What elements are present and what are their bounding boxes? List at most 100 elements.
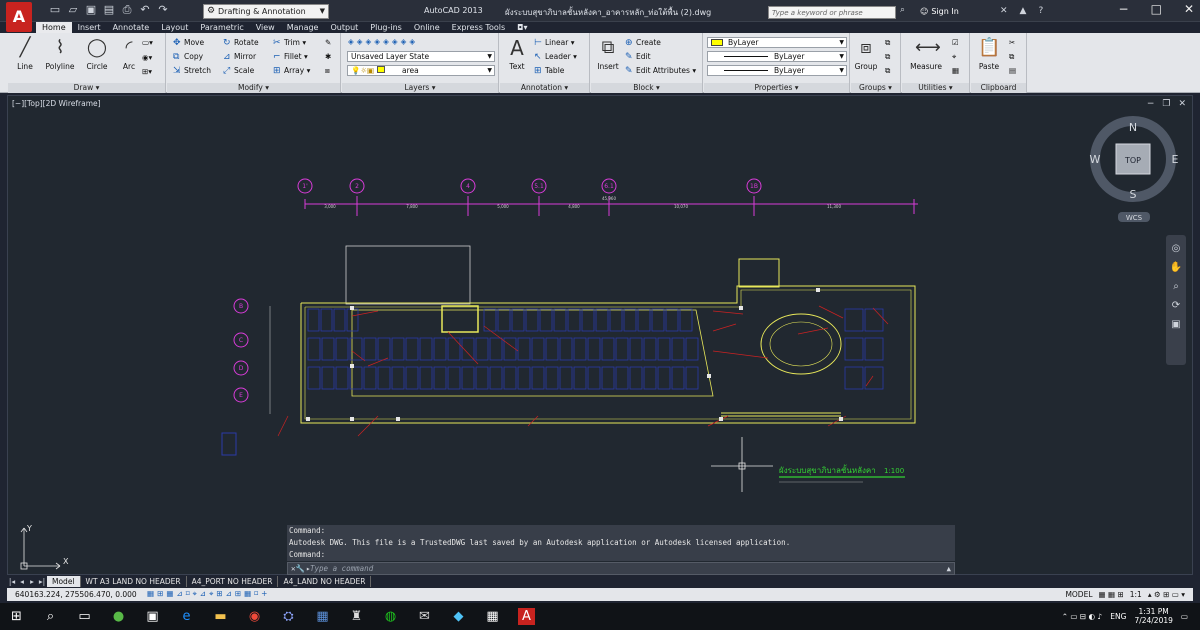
region-icon[interactable]: ⊞▾ — [142, 66, 152, 77]
properties-panel-title[interactable]: Properties ▾ — [704, 83, 849, 93]
viewcube-east-label[interactable]: E — [1172, 153, 1179, 166]
tab-layout-a4-land[interactable]: A4_LAND NO HEADER — [278, 576, 372, 587]
layers-panel-title[interactable]: Layers ▾ — [342, 83, 498, 93]
edit-attributes-button[interactable]: ✎ Edit Attributes ▾ — [625, 65, 696, 77]
tab-plugins[interactable]: Plug-ins — [364, 22, 408, 33]
fillet-button[interactable]: ⌐ Fillet ▾ — [273, 51, 308, 63]
annotation-panel-title[interactable]: Annotation ▾ — [500, 83, 589, 93]
polyline-button[interactable]: ⌇ Polyline — [40, 37, 80, 71]
binoculars-icon[interactable]: ⌕ — [900, 5, 905, 15]
erase-icon[interactable]: ✎ — [325, 37, 331, 48]
next-layout-button[interactable]: ▸ — [27, 577, 37, 586]
annotation-scale[interactable]: 1:1 — [1130, 590, 1142, 599]
line-app-icon[interactable]: ◍ — [382, 608, 399, 625]
color-select[interactable]: ByLayer ▼ — [707, 37, 847, 48]
new-icon[interactable]: ▭ — [48, 3, 62, 17]
viewcube-south-label[interactable]: S — [1130, 188, 1137, 201]
create-block-button[interactable]: ⊕ Create — [625, 37, 661, 49]
pan-icon[interactable]: ✋ — [1170, 262, 1182, 273]
match-properties-icon[interactable]: ▤ — [1009, 65, 1016, 76]
chrome-icon[interactable]: ◉ — [246, 608, 263, 625]
current-layer-select[interactable]: 💡☼▣ area ▼ — [347, 65, 495, 76]
viewer-app-icon[interactable]: ▦ — [314, 608, 331, 625]
paste-button[interactable]: 📋 Paste — [973, 37, 1005, 71]
stay-connected-icon[interactable]: ▲ — [1020, 6, 1027, 16]
tab-online[interactable]: Online — [408, 22, 446, 33]
hatch-icon[interactable]: ◉▾ — [142, 52, 152, 63]
tab-layout[interactable]: Layout — [155, 22, 194, 33]
measure-button[interactable]: ⟷ Measure — [906, 37, 946, 71]
ungroup-icon[interactable]: ⧉ — [885, 37, 890, 48]
linetype-select[interactable]: ByLayer ▼ — [707, 51, 847, 62]
offset-icon[interactable]: ⧈ — [325, 65, 330, 76]
explode-icon[interactable]: ✱ — [325, 51, 331, 62]
group-edit-icon[interactable]: ⧉ — [885, 51, 890, 62]
tab-insert[interactable]: Insert — [72, 22, 107, 33]
layer-tools-icons[interactable]: ◈◈◈◈◈◈◈◈ — [348, 36, 418, 47]
command-tools-icons[interactable]: ✕🔧 — [291, 563, 305, 574]
draw-panel-title[interactable]: Draw ▾ — [8, 83, 165, 93]
arc-button[interactable]: ◜ Arc — [112, 37, 146, 71]
cut-icon[interactable]: ✂ — [1009, 37, 1015, 48]
tab-view[interactable]: View — [250, 22, 281, 33]
utility-app-icon[interactable]: ♜ — [348, 608, 365, 625]
autocad-taskbar-icon[interactable]: A — [518, 608, 535, 625]
tab-manage[interactable]: Manage — [281, 22, 325, 33]
save-as-icon[interactable]: ▤ — [102, 3, 116, 17]
mirror-button[interactable]: ⊿ Mirror — [223, 51, 256, 63]
windows-start-icon[interactable]: ⊞ — [8, 608, 25, 625]
insert-button[interactable]: ⧉ Insert — [591, 37, 625, 71]
calculator-icon[interactable]: ▦ — [952, 65, 959, 76]
viewcube-west-label[interactable]: W — [1090, 153, 1101, 166]
edit-block-button[interactable]: ✎ Edit — [625, 51, 651, 63]
drawing-canvas[interactable]: TOP N S E W WCS 1' 2 4 5.1 6.1 1B 3,000 … — [8, 96, 1194, 576]
last-layout-button[interactable]: ▸| — [37, 577, 47, 586]
help-search-input[interactable]: Type a keyword or phrase — [768, 6, 896, 19]
drawing-viewport[interactable]: [−][Top][2D Wireframe] − ❐ ✕ TOP N S E W… — [7, 95, 1193, 575]
quick-select-icon[interactable]: ☑ — [952, 37, 959, 48]
copy-button[interactable]: ⧉ Copy — [173, 51, 203, 63]
wcs-menu[interactable]: WCS — [1126, 214, 1143, 222]
paint-app-icon[interactable]: ◆ — [450, 608, 467, 625]
command-input[interactable]: ✕🔧 ▸ Type a command ▲ — [287, 562, 955, 575]
sign-in-button[interactable]: ☺ Sign In — [920, 7, 959, 16]
notifications-icon[interactable]: ▭ — [1181, 612, 1188, 621]
text-button[interactable]: A Text — [500, 37, 534, 71]
showmotion-icon[interactable]: ▣ — [1171, 319, 1180, 330]
layer-state-select[interactable]: Unsaved Layer State ▼ — [347, 51, 495, 62]
tab-model[interactable]: Model — [47, 576, 81, 587]
search-icon[interactable]: ⌕ — [42, 608, 59, 625]
zoom-icon[interactable]: ⌕ — [1173, 281, 1179, 292]
tab-parametric[interactable]: Parametric — [194, 22, 249, 33]
tab-output[interactable]: Output — [324, 22, 364, 33]
open-icon[interactable]: ▱ — [66, 3, 80, 17]
first-layout-button[interactable]: |◂ — [7, 577, 17, 586]
array-button[interactable]: ⊞ Array ▾ — [273, 65, 310, 77]
trim-button[interactable]: ✂ Trim ▾ — [273, 37, 306, 49]
quick-view-icons[interactable]: ▦ ▦ ⊞ — [1099, 590, 1124, 599]
file-explorer-icon[interactable]: ▬ — [212, 608, 229, 625]
rectangle-icon[interactable]: ▭▾ — [142, 37, 153, 48]
tab-layout-a4-port[interactable]: A4_PORT NO HEADER — [187, 576, 279, 587]
network-app-icon[interactable]: ⛭ — [280, 608, 297, 625]
coordinates-readout[interactable]: 640163.224, 275506.470, 0.000 — [15, 590, 137, 599]
status-tray-icons[interactable]: ▴ ⚙ ⊞ ▭ ▾ — [1148, 590, 1185, 599]
viewcube-top-label[interactable]: TOP — [1124, 156, 1141, 165]
drafting-toggles[interactable]: ▦⊞▦⊿⌑⌖⊿⌖⊞⊿⊞▦⌑+ — [147, 589, 270, 599]
minimize-button[interactable]: − — [1119, 2, 1129, 16]
maximize-button[interactable]: □ — [1151, 2, 1162, 16]
group-select-icon[interactable]: ⧉ — [885, 65, 890, 76]
copy-clip-icon[interactable]: ⧉ — [1009, 51, 1014, 62]
viewcube-north-label[interactable]: N — [1129, 121, 1137, 134]
redo-icon[interactable]: ↷ — [156, 3, 170, 17]
tab-annotate[interactable]: Annotate — [107, 22, 156, 33]
autocad-logo-button[interactable]: A — [6, 2, 32, 32]
leader-button[interactable]: ↖ Leader ▾ — [534, 51, 577, 63]
model-space-button[interactable]: MODEL — [1065, 590, 1092, 599]
orbit-icon[interactable]: ⟳ — [1172, 300, 1180, 311]
groups-panel-title[interactable]: Groups ▾ — [851, 83, 900, 93]
task-view-icon[interactable]: ▭ — [76, 608, 93, 625]
exchange-icon[interactable]: ✕ — [1000, 6, 1008, 16]
scale-button[interactable]: ⤢ Scale — [223, 65, 254, 77]
calculator-app-icon[interactable]: ▦ — [484, 608, 501, 625]
